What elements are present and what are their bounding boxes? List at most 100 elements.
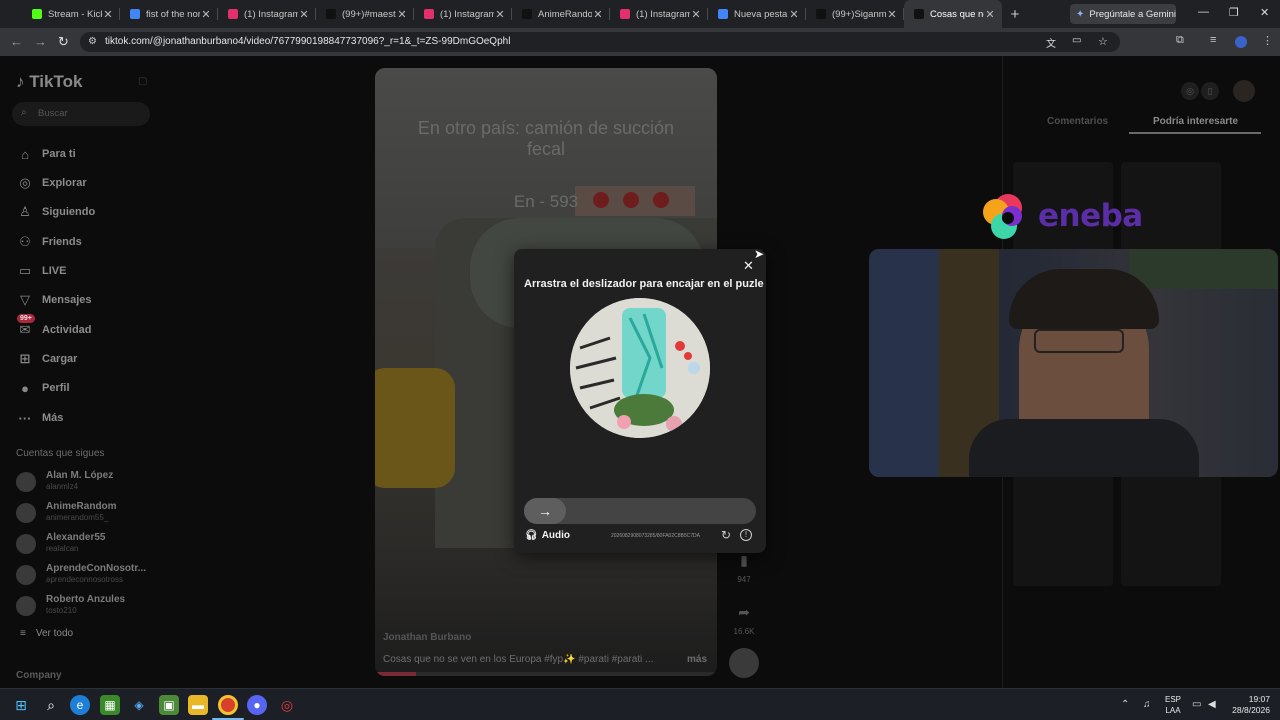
video-progress-bar[interactable] <box>375 672 717 676</box>
browser-tab[interactable]: AnimeRandom✕ <box>512 0 610 28</box>
browser-tab[interactable]: (1) Instagram ✕ <box>218 0 316 28</box>
tab-title: Nueva pestaña <box>734 8 788 20</box>
captcha-slider-handle[interactable]: → <box>524 498 566 524</box>
address-bar[interactable]: ⚙ tiktok.com/@jonathanburbano4/video/767… <box>80 32 1120 52</box>
sidebar-item-para-ti[interactable]: ⌂ Para ti <box>16 144 76 164</box>
tiktok-icon <box>326 9 336 19</box>
close-tab-icon[interactable]: ✕ <box>494 8 506 21</box>
minecraft-icon[interactable]: ▦ <box>100 695 120 715</box>
language-indicator[interactable]: ESP LAA <box>1163 694 1183 716</box>
site-info-icon[interactable]: ⚙ <box>88 36 97 47</box>
followed-account[interactable]: AprendeConNosotr... aprendeconnosotross <box>16 561 156 587</box>
forward-icon[interactable]: → <box>34 34 47 49</box>
sidebar-item-actividad[interactable]: ✉ Actividad <box>16 320 92 340</box>
sidebar-item-siguiendo[interactable]: ♙ Siguiendo <box>16 202 95 222</box>
tab-comments[interactable]: Comentarios <box>1047 116 1108 127</box>
browser-tab[interactable]: Nueva pestaña✕ <box>708 0 806 28</box>
browser-tab[interactable]: Stream - Kick ✕ <box>22 0 120 28</box>
app-icon[interactable]: ◎ <box>277 695 297 715</box>
chrome-taskbar-icon[interactable] <box>218 695 238 715</box>
volume-icon[interactable]: ◀ <box>1208 699 1216 710</box>
compass-small-icon[interactable]: ◎ <box>1181 82 1199 100</box>
browser-tab[interactable]: (1) Instagram ✕ <box>414 0 512 28</box>
back-icon[interactable]: ← <box>10 34 23 49</box>
windows-start-icon[interactable]: ⊞ <box>11 695 31 715</box>
audio-button[interactable]: 🎧︎ Audio <box>525 530 570 541</box>
new-tab-button[interactable]: + <box>1002 6 1028 23</box>
followed-account[interactable]: Roberto Anzules tosto210 <box>16 592 156 618</box>
edge-icon[interactable]: e <box>70 695 90 715</box>
gemini-button[interactable]: ✦ Pregúntale a Gemini <box>1070 4 1176 24</box>
see-all-link[interactable]: ≡ Ver todo <box>20 628 73 639</box>
bookmark-button[interactable]: ▮ 947 <box>729 552 759 584</box>
avatar <box>16 596 36 616</box>
discord-icon[interactable]: ● <box>247 695 267 715</box>
file-explorer-icon[interactable]: ▬ <box>188 695 208 715</box>
sidebar-item-mensajes[interactable]: ▽ Mensajes <box>16 290 92 310</box>
gemini-label: Pregúntale a Gemini <box>1089 8 1176 20</box>
followed-account[interactable]: Alexander55 realalcan <box>16 530 156 556</box>
close-tab-icon[interactable]: ✕ <box>690 8 702 21</box>
app-icon[interactable]: ◈ <box>129 695 149 715</box>
sidebar-item-live[interactable]: ▭ LIVE <box>16 261 67 281</box>
video-author[interactable]: Jonathan Burbano <box>383 632 471 643</box>
sidebar-item-friends[interactable]: ⚇ Friends <box>16 232 82 252</box>
close-tab-icon[interactable]: ✕ <box>886 8 898 21</box>
tiktok-icon <box>914 9 924 19</box>
close-tab-icon[interactable]: ✕ <box>298 8 310 21</box>
app-icon[interactable]: ▣ <box>159 695 179 715</box>
collapse-icon[interactable]: ▢ <box>138 76 147 87</box>
refresh-icon[interactable]: ↻ <box>721 528 731 542</box>
minimize-button[interactable]: — <box>1198 6 1209 18</box>
search-icon: ⌕ <box>21 107 27 118</box>
sidebar-item-más[interactable]: ··· Más <box>16 408 64 428</box>
search-input[interactable]: ⌕ Buscar <box>12 102 150 126</box>
maximize-button[interactable]: ❐ <box>1229 6 1239 19</box>
search-taskbar-icon[interactable]: ⌕ <box>41 695 61 715</box>
close-icon[interactable]: ✕ <box>743 258 754 274</box>
sidebar-item-cargar[interactable]: ⊞ Cargar <box>16 349 78 369</box>
browser-tab[interactable]: (1) Instagram ✕ <box>610 0 708 28</box>
sidebar-item-explorar[interactable]: ◎ Explorar <box>16 173 86 193</box>
tab-suggested[interactable]: Podría interesarte <box>1153 116 1238 127</box>
close-tab-icon[interactable]: ✕ <box>396 8 408 21</box>
company-link[interactable]: Company <box>16 670 62 681</box>
caption-more-link[interactable]: más <box>687 654 707 665</box>
close-tab-icon[interactable]: ✕ <box>984 8 996 21</box>
followed-account[interactable]: Alan M. López alanmlz4 <box>16 468 156 494</box>
tiktok-logo[interactable]: ♪ TikTok <box>16 72 82 92</box>
sidebar-item-perfil[interactable]: ● Perfil <box>16 378 69 398</box>
close-tab-icon[interactable]: ✕ <box>200 8 212 21</box>
close-tab-icon[interactable]: ✕ <box>102 8 114 21</box>
browser-tab[interactable]: (99+)Siganme ✕ <box>806 0 904 28</box>
microphone-icon[interactable]: ♫ <box>1143 699 1151 710</box>
browser-tab[interactable]: Cosas que no ✕ <box>904 0 1002 28</box>
followed-account[interactable]: AnimeRandom animerandom55_ <box>16 499 156 525</box>
info-icon[interactable]: ! <box>740 529 752 541</box>
network-icon[interactable]: ▭ <box>1192 699 1201 710</box>
friends-icon: ⚇ <box>19 234 31 249</box>
menu-icon[interactable]: ⋮ <box>1262 34 1273 47</box>
media-icon[interactable]: ≡ <box>1210 34 1216 46</box>
url-text: tiktok.com/@jonathanburbano4/video/76779… <box>105 36 511 47</box>
system-clock[interactable]: 19:07 28/8/2026 <box>1226 694 1270 716</box>
translate-icon[interactable]: 文 <box>1046 35 1056 50</box>
extensions-icon[interactable]: ⧉ <box>1176 34 1184 47</box>
close-window-button[interactable]: ✕ <box>1260 6 1269 19</box>
cast-icon[interactable]: ▭ <box>1072 35 1081 46</box>
bookmark-icon: ▮ <box>740 552 748 568</box>
profile-avatar[interactable] <box>1235 36 1247 48</box>
bookmark-star-icon[interactable]: ☆ <box>1098 35 1108 48</box>
share-button[interactable]: ➦ 16.6K <box>729 604 759 636</box>
music-disc-avatar[interactable] <box>729 648 759 678</box>
captcha-slider-track[interactable]: → <box>524 498 756 524</box>
reload-icon[interactable]: ↻ <box>58 34 69 50</box>
browser-tab[interactable]: (99+)#maestr ✕ <box>316 0 414 28</box>
tray-chevron-icon[interactable]: ⌃ <box>1121 699 1129 710</box>
account-name: Roberto Anzules <box>46 594 126 605</box>
close-tab-icon[interactable]: ✕ <box>592 8 604 21</box>
user-avatar[interactable] <box>1233 80 1255 102</box>
device-icon[interactable]: ▯ <box>1201 82 1219 100</box>
browser-tab[interactable]: fist of the nort ✕ <box>120 0 218 28</box>
close-tab-icon[interactable]: ✕ <box>788 8 800 21</box>
